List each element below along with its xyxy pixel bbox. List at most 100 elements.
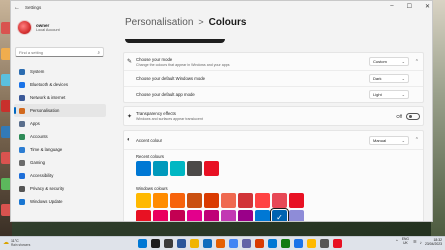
sidebar-item-apps[interactable]: Apps [14, 117, 106, 130]
chevron-up-icon[interactable]: ⌃ [415, 59, 419, 65]
chevron-up-icon[interactable]: ⌃ [395, 239, 399, 245]
chevron-down-icon: ⌄ [401, 76, 405, 81]
app-mode-dropdown[interactable]: Light ⌄ [369, 90, 409, 99]
colour-swatch[interactable] [204, 210, 219, 221]
user-profile[interactable]: owner Local Account [17, 20, 60, 35]
taskbar-app-icon[interactable] [203, 239, 212, 248]
taskbar-app-icon[interactable] [177, 239, 186, 248]
colour-swatch[interactable] [204, 193, 219, 208]
sidebar-item-accessibility[interactable]: Accessibility [14, 169, 106, 182]
breadcrumb-parent[interactable]: Personalisation [125, 17, 193, 28]
sidebar-item-time-language[interactable]: Time & language [14, 143, 106, 156]
colour-swatch[interactable] [289, 210, 304, 221]
clock-icon [19, 146, 25, 153]
sidebar-item-label: Network & internet [30, 95, 66, 100]
taskbar-app-icon[interactable] [281, 239, 290, 248]
windows-mode-dropdown[interactable]: Dark ⌄ [369, 74, 409, 83]
sidebar-item-accounts[interactable]: Accounts [14, 130, 106, 143]
accessibility-icon [19, 172, 25, 179]
windows-mode-label: Choose your default Windows mode [136, 76, 206, 81]
settings-window: ← Settings – ☐ ✕ owner Local Account Fin… [10, 0, 433, 222]
colour-swatch[interactable] [170, 210, 185, 221]
taskbar: ☁ 11°C Rain showers ⌃ ENG UK ≋ ♪ 18:32 2… [0, 236, 445, 250]
sidebar-item-personalisation[interactable]: Personalisation [14, 104, 106, 117]
sidebar-item-gaming[interactable]: Gaming [14, 156, 106, 169]
app-mode-value: Light [373, 92, 382, 97]
colour-swatch[interactable] [187, 193, 202, 208]
taskbar-app-icon[interactable] [307, 239, 316, 248]
back-arrow-icon[interactable]: ← [11, 5, 23, 11]
volume-icon[interactable]: ♪ [420, 240, 422, 245]
accent-dropdown[interactable]: Manual ⌄ [369, 135, 409, 145]
chevron-up-icon[interactable]: ⌃ [415, 137, 419, 143]
weather-widget[interactable]: ☁ 11°C Rain showers [3, 239, 30, 247]
sidebar-item-label: Privacy & security [30, 186, 65, 191]
maximize-icon[interactable]: ☐ [407, 3, 412, 10]
taskbar-app-icon[interactable] [294, 239, 303, 248]
colour-swatch[interactable] [221, 210, 236, 221]
mode-row[interactable]: ✎ Choose your mode Change the colours th… [124, 53, 423, 70]
sidebar-item-system[interactable]: System [14, 65, 106, 78]
apps-icon [19, 120, 25, 127]
search-input[interactable]: Find a setting ⌕ [15, 47, 104, 57]
colour-swatch[interactable] [153, 193, 168, 208]
colour-swatch[interactable] [238, 210, 253, 221]
colour-swatch[interactable] [187, 210, 202, 221]
taskbar-app-icon[interactable] [255, 239, 264, 248]
mode-dropdown[interactable]: Custom ⌄ [369, 57, 409, 66]
colour-swatch[interactable] [187, 161, 202, 176]
sidebar-item-privacy-security[interactable]: Privacy & security [14, 182, 106, 195]
taskbar-app-icon[interactable] [138, 239, 147, 248]
sidebar-item-label: Accessibility [30, 173, 54, 178]
colour-swatch[interactable] [289, 193, 304, 208]
taskbar-app-icon[interactable] [190, 239, 199, 248]
clock[interactable]: 18:32 23/04/2023 [425, 238, 442, 246]
windows-colours-row [136, 193, 304, 208]
colour-swatch[interactable] [238, 193, 253, 208]
close-icon[interactable]: ✕ [425, 3, 430, 10]
taskbar-app-icon[interactable] [320, 239, 329, 248]
transparency-toggle[interactable] [406, 112, 420, 120]
transparency-row: ✦ Transparency effects Windows and surfa… [124, 107, 423, 125]
divider [124, 149, 423, 150]
taskbar-app-icon[interactable] [242, 239, 251, 248]
colour-swatch[interactable] [204, 161, 219, 176]
colour-swatch[interactable] [170, 161, 185, 176]
colour-swatch[interactable] [221, 193, 236, 208]
colour-swatch[interactable] [170, 193, 185, 208]
sidebar: owner Local Account Find a setting ⌕ Sys… [11, 14, 108, 221]
colour-swatch[interactable] [153, 161, 168, 176]
gamepad-icon [19, 159, 25, 166]
colour-swatch[interactable] [272, 193, 287, 208]
taskbar-app-icon[interactable] [164, 239, 173, 248]
sidebar-item-network-internet[interactable]: Network & internet [14, 91, 106, 104]
windows-colours-row: ✓ [136, 208, 304, 221]
colour-swatch[interactable] [136, 210, 151, 221]
wifi-icon [19, 94, 25, 101]
colour-swatch[interactable]: ✓ [270, 208, 289, 221]
colour-swatch[interactable] [255, 193, 270, 208]
breadcrumb: Personalisation > Colours [125, 17, 246, 28]
sidebar-item-bluetooth-devices[interactable]: Bluetooth & devices [14, 78, 106, 91]
taskbar-app-icon[interactable] [151, 239, 160, 248]
taskbar-app-icon[interactable] [229, 239, 238, 248]
colour-swatch[interactable] [255, 210, 270, 221]
colour-swatch[interactable] [153, 210, 168, 221]
accent-row[interactable]: ◐ Accent colour Manual ⌄ ⌃ [124, 131, 423, 149]
clock-date: 23/04/2023 [425, 242, 442, 247]
search-icon[interactable]: ⌕ [97, 50, 100, 55]
transparency-card: ✦ Transparency effects Windows and surfa… [123, 106, 424, 126]
taskbar-app-icon[interactable] [333, 239, 342, 248]
minimize-icon[interactable]: – [390, 3, 393, 10]
wifi-icon[interactable]: ≋ [413, 239, 417, 245]
language-indicator[interactable]: ENG UK [402, 238, 409, 246]
mode-card: ✎ Choose your mode Change the colours th… [123, 52, 424, 103]
system-tray: ⌃ ENG UK ≋ ♪ 18:32 23/04/2023 [395, 238, 442, 247]
colour-swatch[interactable] [136, 193, 151, 208]
recent-colours-label: Recent colours [136, 154, 164, 159]
taskbar-app-icon[interactable] [268, 239, 277, 248]
taskbar-app-icon[interactable] [216, 239, 225, 248]
profile-subtitle: Local Account [36, 28, 60, 32]
colour-swatch[interactable] [136, 161, 151, 176]
sidebar-item-windows-update[interactable]: Windows Update [14, 195, 106, 208]
